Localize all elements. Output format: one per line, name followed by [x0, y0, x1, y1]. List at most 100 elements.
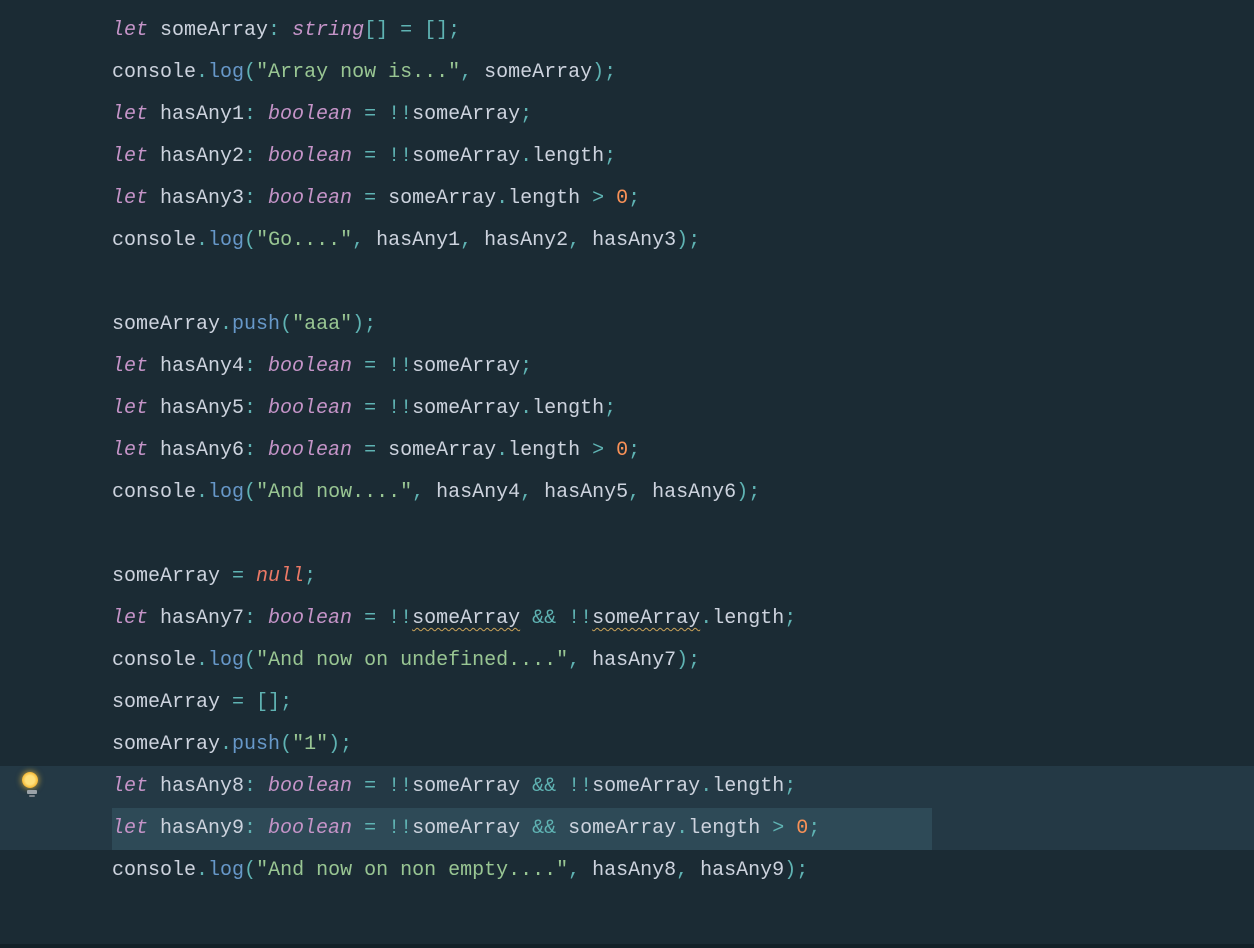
token: = [352, 141, 388, 173]
token: . [196, 57, 208, 89]
code-line[interactable]: someArray.push("1"); [112, 724, 1254, 766]
code-area[interactable]: let someArray: string[] = [];console.log… [72, 0, 1254, 944]
token: , [460, 57, 484, 89]
token: : [244, 771, 268, 803]
token: . [220, 309, 232, 341]
token: > [760, 813, 796, 845]
token: hasAny7 [160, 603, 244, 635]
token: ; [688, 225, 700, 257]
token: someArray [112, 687, 220, 719]
code-line[interactable]: console.log("And now on undefined....", … [112, 640, 1254, 682]
code-line[interactable]: console.log("And now on non empty....", … [112, 850, 1254, 892]
token: someArray [592, 603, 700, 635]
token: someArray [412, 141, 520, 173]
token: : [244, 351, 268, 383]
code-line[interactable]: console.log("Array now is...", someArray… [112, 52, 1254, 94]
token: = [352, 99, 388, 131]
code-line[interactable]: let hasAny5: boolean = !!someArray.lengt… [112, 388, 1254, 430]
token: null [256, 561, 304, 593]
token: = [352, 351, 388, 383]
code-line[interactable]: let hasAny4: boolean = !!someArray; [112, 346, 1254, 388]
token: hasAny1 [160, 99, 244, 131]
token: length [532, 141, 604, 173]
token: hasAny2 [484, 225, 568, 257]
token: hasAny8 [592, 855, 676, 887]
code-line[interactable]: let hasAny3: boolean = someArray.length … [112, 178, 1254, 220]
token: console [112, 57, 196, 89]
code-line[interactable]: let hasAny7: boolean = !!someArray && !!… [112, 598, 1254, 640]
token: ) [352, 309, 364, 341]
token: let [112, 813, 160, 845]
code-line[interactable]: let hasAny8: boolean = !!someArray && !!… [112, 766, 1254, 808]
code-line[interactable]: let hasAny6: boolean = someArray.length … [112, 430, 1254, 472]
code-line[interactable]: someArray = []; [112, 682, 1254, 724]
token: : [244, 813, 268, 845]
token: log [208, 645, 244, 677]
token: ( [244, 645, 256, 677]
token: . [676, 813, 688, 845]
code-line[interactable]: let someArray: string[] = []; [112, 10, 1254, 52]
token: && [520, 603, 568, 635]
token: , [412, 477, 436, 509]
code-line[interactable]: let hasAny9: boolean = !!someArray && so… [112, 808, 1254, 850]
token: "And now on undefined...." [256, 645, 568, 677]
token: let [112, 393, 160, 425]
token: = [352, 771, 388, 803]
code-line[interactable] [112, 262, 1254, 304]
token: = [352, 603, 388, 635]
token: > [580, 435, 616, 467]
token: !! [388, 813, 412, 845]
token: console [112, 477, 196, 509]
token: ) [592, 57, 604, 89]
token: hasAny6 [652, 477, 736, 509]
token: . [496, 183, 508, 215]
token: someArray [412, 393, 520, 425]
token: "And now...." [256, 477, 412, 509]
token: ; [340, 729, 352, 761]
code-line[interactable]: someArray.push("aaa"); [112, 304, 1254, 346]
token: ; [628, 183, 640, 215]
token: hasAny5 [160, 393, 244, 425]
lightbulb-icon[interactable] [22, 772, 42, 792]
token: && [520, 771, 568, 803]
editor[interactable]: let someArray: string[] = [];console.log… [0, 0, 1254, 944]
code-line[interactable]: console.log("And now....", hasAny4, hasA… [112, 472, 1254, 514]
token: !! [388, 99, 412, 131]
token: !! [388, 393, 412, 425]
token: : [244, 393, 268, 425]
code-line[interactable]: console.log("Go....", hasAny1, hasAny2, … [112, 220, 1254, 262]
token: let [112, 435, 160, 467]
token: hasAny1 [376, 225, 460, 257]
code-line[interactable]: someArray = null; [112, 556, 1254, 598]
token: boolean [268, 351, 352, 383]
token: someArray [412, 351, 520, 383]
token: ; [628, 435, 640, 467]
token: "Array now is..." [256, 57, 460, 89]
token: ; [604, 57, 616, 89]
token: let [112, 183, 160, 215]
token: hasAny5 [544, 477, 628, 509]
code-line[interactable]: } [72, 892, 1254, 934]
token: boolean [268, 435, 352, 467]
token: hasAny4 [436, 477, 520, 509]
token: ; [364, 309, 376, 341]
token: > [580, 183, 616, 215]
token: let [112, 603, 160, 635]
code-line[interactable] [112, 514, 1254, 556]
token: ( [280, 309, 292, 341]
token: , [568, 645, 592, 677]
token: length [508, 435, 580, 467]
token: console [112, 645, 196, 677]
code-line[interactable]: let hasAny2: boolean = !!someArray.lengt… [112, 136, 1254, 178]
token: ) [784, 855, 796, 887]
token: ; [520, 99, 532, 131]
token: ; [688, 645, 700, 677]
token: "Go...." [256, 225, 352, 257]
token: : [244, 99, 268, 131]
token: . [700, 771, 712, 803]
code-line[interactable]: let hasAny1: boolean = !!someArray; [112, 94, 1254, 136]
token: [] [364, 15, 400, 47]
token: !! [388, 351, 412, 383]
token: push [232, 309, 280, 341]
gutter [0, 0, 72, 944]
